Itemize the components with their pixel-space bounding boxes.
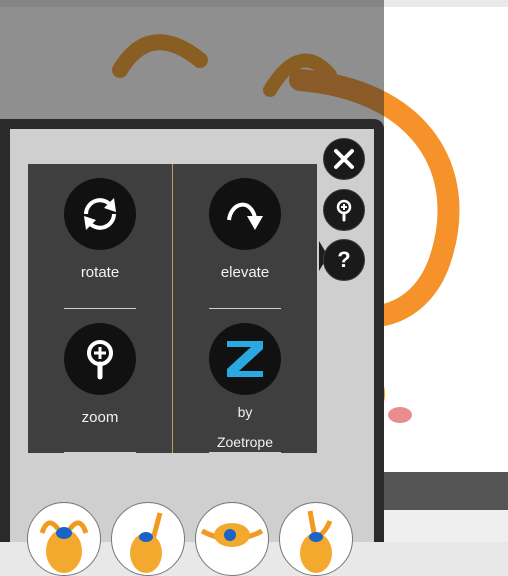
rotate-icon <box>64 178 136 250</box>
thumbnail-1-image <box>39 520 89 573</box>
elevate-icon <box>209 178 281 250</box>
grid-divider-vertical <box>172 164 173 453</box>
thumbnail-4-image <box>300 510 333 573</box>
rotate-button[interactable]: rotate <box>40 178 160 288</box>
help-button[interactable]: ? <box>323 239 365 281</box>
thumbnail-1[interactable] <box>27 502 101 576</box>
zoetrope-label-name: Zoetrope <box>216 434 274 450</box>
divider-left-bottom <box>64 452 136 453</box>
thumbnail-3-image <box>200 523 264 547</box>
rotate-label: rotate <box>80 264 120 281</box>
divider-right-top <box>209 308 281 309</box>
pin-button[interactable] <box>323 189 365 231</box>
zoom-button[interactable]: zoom <box>40 323 160 433</box>
pin-icon <box>336 199 352 222</box>
zoom-icon <box>64 323 136 395</box>
thumbnail-2-image <box>130 512 163 573</box>
zoetrope-label-by: by <box>237 404 253 420</box>
zoom-label: zoom <box>81 409 119 426</box>
close-button[interactable] <box>323 138 365 180</box>
help-icon: ? <box>337 247 351 272</box>
elevate-label: elevate <box>220 264 270 281</box>
elevate-button[interactable]: elevate <box>185 178 305 288</box>
thumbnail-3[interactable] <box>195 502 269 576</box>
close-icon <box>334 149 354 169</box>
zoetrope-button[interactable]: by Zoetrope <box>185 323 305 457</box>
divider-left-top <box>64 308 136 309</box>
thumbnail-4[interactable] <box>279 502 353 576</box>
thumbnail-2[interactable] <box>111 502 185 576</box>
zoetrope-logo-icon <box>209 323 281 395</box>
